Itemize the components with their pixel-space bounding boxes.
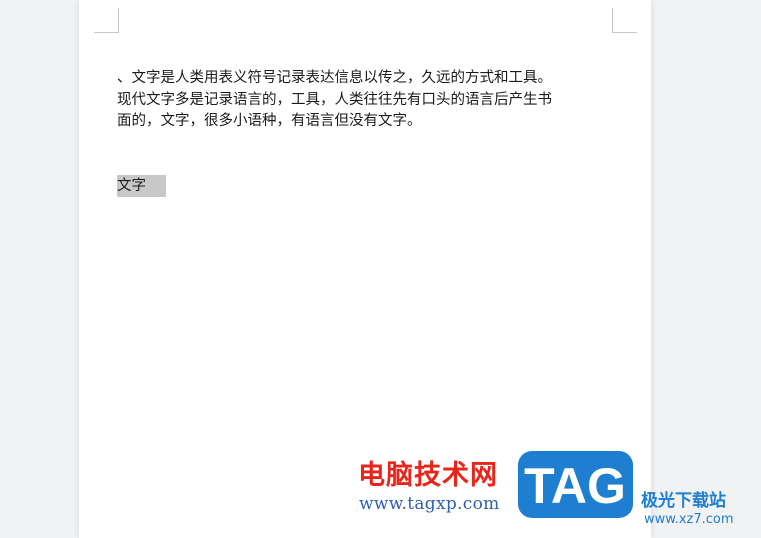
watermark-secondary-url: www.xz7.com bbox=[644, 512, 734, 527]
paragraph-line: 面的，文字，很多小语种，有语言但没有文字。 bbox=[117, 113, 422, 129]
watermark-secondary-name: 极光下载站 bbox=[641, 491, 726, 511]
paragraph-line: 、文字是人类用表义符号记录表达信息以传之，久远的方式和工具。 bbox=[117, 70, 552, 86]
selected-text[interactable]: 文字 bbox=[117, 175, 166, 197]
watermark-site-url: www.tagxp.com bbox=[359, 494, 500, 514]
body-paragraph[interactable]: 、文字是人类用表义符号记录表达信息以传之，久远的方式和工具。 现代文字多是记录语… bbox=[117, 68, 617, 133]
margin-corner-top-right bbox=[612, 8, 637, 33]
tag-logo-icon: TAG bbox=[518, 451, 633, 518]
paragraph-line: 现代文字多是记录语言的，工具，人类往往先有口头的语言后产生书 bbox=[117, 91, 552, 108]
watermark-site-name: 电脑技术网 bbox=[358, 460, 498, 491]
document-workspace: 、文字是人类用表义符号记录表达信息以传之，久远的方式和工具。 现代文字多是记录语… bbox=[0, 0, 761, 538]
tag-logo-text: TAG bbox=[524, 458, 626, 514]
margin-corner-top-left bbox=[94, 8, 119, 33]
